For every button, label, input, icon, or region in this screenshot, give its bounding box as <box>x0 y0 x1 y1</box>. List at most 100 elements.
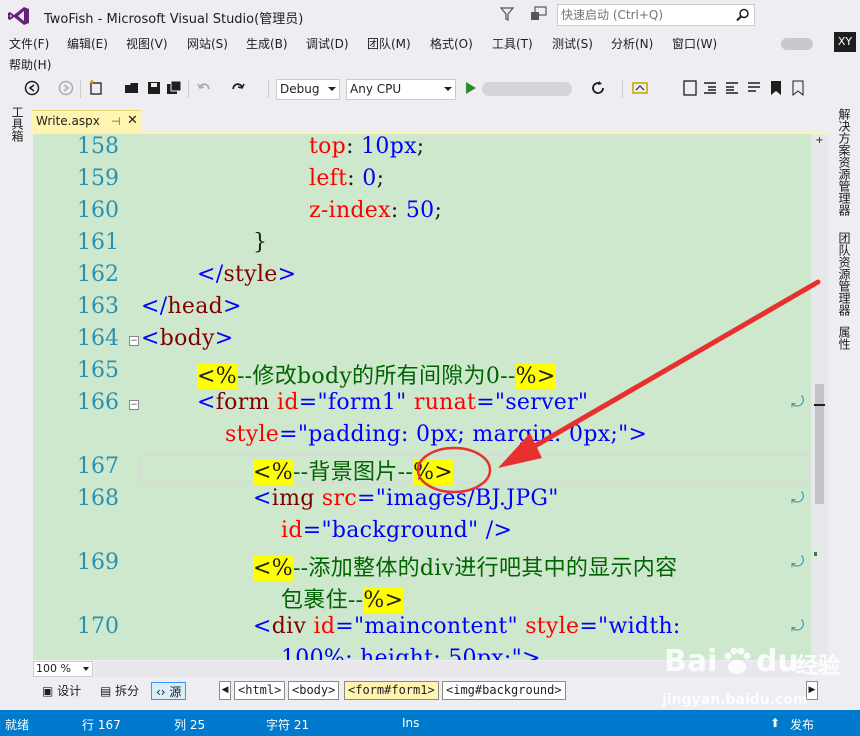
format-document-icon[interactable] <box>746 80 762 96</box>
menu-analyze[interactable]: 分析(N) <box>611 35 653 52</box>
quick-launch-input[interactable] <box>558 5 728 25</box>
code-text: <%--背景图片--%> <box>253 460 454 485</box>
menu-team[interactable]: 团队(M) <box>367 35 411 52</box>
breadcrumb-prev-icon[interactable]: ◀ <box>219 681 231 700</box>
breadcrumb-body[interactable]: <body> <box>288 681 340 700</box>
properties-tab[interactable]: 属性 <box>836 326 853 350</box>
line-number: 164 <box>77 326 119 351</box>
code-line: 166 − <form id="form1" runat="server" ⤾ <box>33 390 811 422</box>
document-tab-write-aspx[interactable]: Write.aspx ⊣ ✕ <box>31 110 141 132</box>
code-text: <body> <box>141 326 234 351</box>
fold-toggle-icon[interactable]: − <box>129 336 139 346</box>
start-debug-icon[interactable] <box>466 82 476 94</box>
clear-bookmarks-icon[interactable] <box>790 80 806 96</box>
toolbox-rail <box>0 106 30 706</box>
browser-target-blurred[interactable] <box>482 82 572 96</box>
code-editor[interactable]: 158 top: 10px; 159 left: 0; 160 z-index:… <box>33 134 811 660</box>
user-avatar[interactable]: XY <box>834 32 856 52</box>
redo-icon[interactable] <box>230 80 246 96</box>
code-line: id="background" /> <box>33 518 811 550</box>
code-line: 包裹住--%> <box>33 582 811 614</box>
visual-studio-logo-icon <box>8 7 29 25</box>
design-view-button[interactable]: ▣ 设计 <box>38 682 85 700</box>
code-text: <%--添加整体的div进行吧其中的显示内容 <box>253 556 678 581</box>
code-text: style="padding: 0px; margin: 0px;"> <box>225 422 648 447</box>
feedback-icon[interactable] <box>530 6 548 22</box>
code-text: id="background" /> <box>281 518 513 543</box>
quick-launch-box[interactable] <box>557 4 755 26</box>
refresh-icon[interactable] <box>590 80 606 96</box>
navigate-forward-icon[interactable] <box>58 80 74 96</box>
status-column: 列 25 <box>174 718 206 732</box>
scroll-thumb[interactable] <box>815 384 824 504</box>
user-name-blurred <box>781 38 813 50</box>
new-project-icon[interactable] <box>88 80 104 96</box>
split-view-label: 拆分 <box>115 684 140 698</box>
menu-help[interactable]: 帮助(H) <box>9 56 51 73</box>
indent-icon[interactable] <box>702 80 718 96</box>
menu-view[interactable]: 视图(V) <box>126 35 168 52</box>
baidu-paw-icon <box>724 647 751 674</box>
navigate-back-icon[interactable] <box>24 80 40 96</box>
code-text: <img src="images/BJ.JPG" <box>253 486 559 511</box>
undo-icon[interactable] <box>196 80 212 96</box>
bookmark-icon[interactable] <box>768 80 784 96</box>
code-line: 162 </style> <box>33 262 811 294</box>
source-view-button[interactable]: ‹› 源 <box>151 682 187 700</box>
zoom-combo[interactable]: 100 % <box>33 661 93 677</box>
solution-platform-combo[interactable]: Any CPU <box>346 79 456 100</box>
document-tab-label: Write.aspx <box>36 114 100 128</box>
fold-toggle-icon[interactable]: − <box>129 400 139 410</box>
vertical-scrollbar[interactable]: + <box>811 134 828 660</box>
menu-build[interactable]: 生成(B) <box>246 35 288 52</box>
design-view-label: 设计 <box>57 684 82 698</box>
menu-test[interactable]: 测试(S) <box>552 35 593 52</box>
team-explorer-tab[interactable]: 团队资源管理器 <box>836 232 853 316</box>
menu-file[interactable]: 文件(F) <box>9 35 49 52</box>
code-line: 159 left: 0; <box>33 166 811 198</box>
menu-format[interactable]: 格式(O) <box>430 35 473 52</box>
line-number: 158 <box>77 134 119 159</box>
code-line: 161 } <box>33 230 811 262</box>
code-text: </head> <box>141 294 242 319</box>
word-wrap-icon: ⤾ <box>791 392 805 411</box>
menu-website[interactable]: 网站(S) <box>187 35 228 52</box>
save-icon[interactable] <box>146 80 162 96</box>
breadcrumb-html[interactable]: <html> <box>234 681 286 700</box>
menu-tools[interactable]: 工具(T) <box>492 35 533 52</box>
watermark-brand-2: du <box>756 644 799 679</box>
status-char: 字符 21 <box>266 718 310 732</box>
status-line: 行 167 <box>82 718 121 732</box>
search-icon[interactable] <box>736 8 750 22</box>
line-number: 166 <box>77 390 119 415</box>
close-tab-icon[interactable]: ✕ <box>127 113 138 128</box>
document-tab-strip <box>30 108 830 134</box>
word-wrap-icon: ⤾ <box>791 488 805 507</box>
line-number: 162 <box>77 262 119 287</box>
outdent-icon[interactable] <box>724 80 740 96</box>
status-ready: 就绪 <box>5 718 30 732</box>
save-all-icon[interactable] <box>166 80 182 96</box>
menu-window[interactable]: 窗口(W) <box>672 35 717 52</box>
toolbox-tab[interactable]: 工具箱 <box>6 106 26 142</box>
pin-tab-icon[interactable]: ⊣ <box>111 115 121 128</box>
split-view-button[interactable]: ▤ 拆分 <box>96 682 143 700</box>
menu-debug[interactable]: 调试(D) <box>306 35 349 52</box>
code-text: z-index: 50; <box>309 198 443 223</box>
breadcrumb-img[interactable]: <img#background> <box>442 681 566 700</box>
standard-toolbar: Debug Any CPU <box>0 77 860 102</box>
split-window-icon[interactable]: + <box>815 136 824 146</box>
menu-edit[interactable]: 编辑(E) <box>67 35 108 52</box>
browser-link-icon[interactable] <box>632 80 648 96</box>
solution-explorer-tab[interactable]: 解决方案资源管理器 <box>836 108 853 216</box>
code-line: 160 z-index: 50; <box>33 198 811 230</box>
notification-filter-icon[interactable] <box>499 6 515 22</box>
code-text: <%--修改body的所有间隙为0--%> <box>197 364 556 389</box>
title-bar: TwoFish - Microsoft Visual Studio(管理员) <box>0 0 860 31</box>
solution-configuration-combo[interactable]: Debug <box>276 79 340 100</box>
comment-toggle-icon[interactable] <box>682 80 698 96</box>
window-title: TwoFish - Microsoft Visual Studio(管理员) <box>44 12 304 27</box>
code-line: 158 top: 10px; <box>33 134 811 166</box>
open-file-icon[interactable] <box>124 80 140 96</box>
breadcrumb-form[interactable]: <form#form1> <box>344 681 439 700</box>
